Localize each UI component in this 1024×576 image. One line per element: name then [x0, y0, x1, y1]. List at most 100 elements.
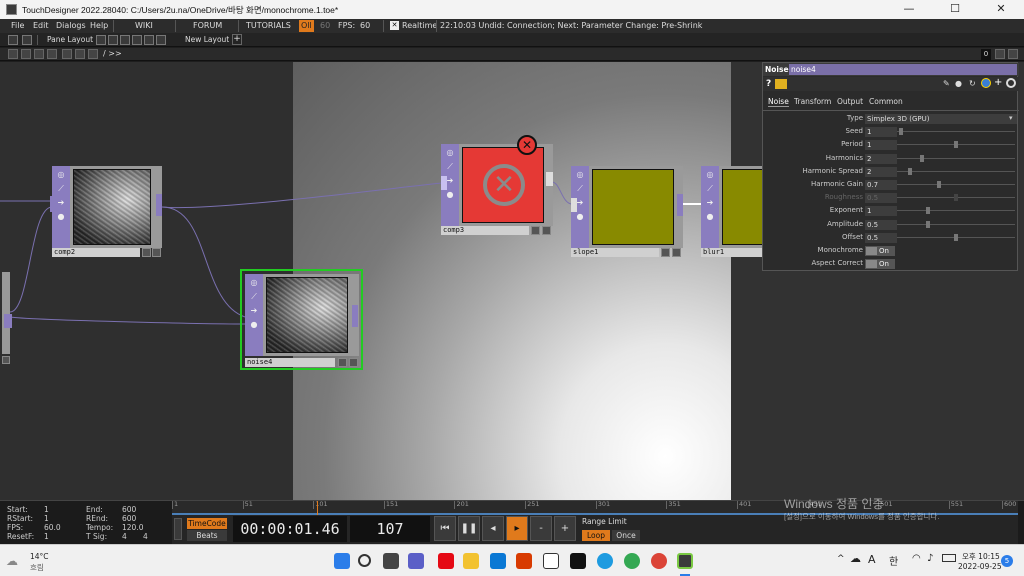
- tab-transform[interactable]: Transform: [794, 97, 831, 106]
- param-slider[interactable]: [897, 207, 1015, 215]
- offscreen-node[interactable]: [0, 272, 12, 364]
- dropdown-arrow-icon[interactable]: ▾: [1009, 114, 1013, 122]
- timeline-expand-icon[interactable]: [174, 518, 182, 540]
- menu-edit[interactable]: Edit: [33, 20, 49, 32]
- input-connector[interactable]: [50, 196, 56, 212]
- lock-icon[interactable]: ●: [445, 190, 455, 200]
- param-slider[interactable]: [897, 181, 1015, 188]
- play-icon[interactable]: ▸: [506, 516, 528, 541]
- tsig-denominator[interactable]: 4: [143, 532, 148, 541]
- back-icon[interactable]: [34, 49, 44, 59]
- tab-output[interactable]: Output: [837, 97, 863, 106]
- param-slider[interactable]: [897, 220, 1015, 228]
- cloud-tray-icon[interactable]: ☁: [850, 552, 861, 565]
- bypass-icon[interactable]: ⟋: [445, 162, 455, 172]
- slider-knob[interactable]: [954, 194, 958, 202]
- output-connector[interactable]: [352, 305, 358, 327]
- timecode-toggle[interactable]: TimeCode: [187, 518, 227, 529]
- input-connector[interactable]: [441, 176, 447, 190]
- fps-value[interactable]: 60.0: [44, 523, 61, 532]
- frame-display[interactable]: 107: [350, 516, 430, 542]
- pause-icon[interactable]: ❚❚: [458, 516, 480, 541]
- param-value-field[interactable]: 0.7: [865, 180, 897, 190]
- operator-node-comp3[interactable]: ◎ ⟋ ➔ ● ✕ comp3 ✕: [441, 135, 553, 236]
- wifi-icon[interactable]: ◠: [912, 553, 921, 564]
- pane-split-icon[interactable]: [8, 35, 18, 45]
- param-slider[interactable]: [897, 167, 1015, 175]
- param-dropdown[interactable]: Simplex 3D (GPU): [865, 114, 1017, 124]
- viewer-icon[interactable]: ◎: [705, 170, 715, 180]
- cook-icon[interactable]: ➔: [705, 198, 715, 208]
- clock-date[interactable]: 2022-09-25: [958, 562, 1002, 571]
- bypass-icon[interactable]: ⟋: [705, 184, 715, 194]
- param-value-field[interactable]: 2: [865, 166, 897, 177]
- notion-icon[interactable]: [543, 553, 559, 569]
- viewer-icon[interactable]: ◎: [56, 170, 66, 180]
- bypass-icon[interactable]: ⟋: [575, 184, 585, 194]
- param-value-field[interactable]: 0.5: [865, 219, 897, 230]
- comment-icon[interactable]: ●: [955, 79, 962, 88]
- bypass-icon[interactable]: ⟋: [249, 292, 259, 302]
- menu-forum[interactable]: FORUM: [193, 20, 222, 32]
- store-icon[interactable]: [570, 553, 586, 569]
- lock-icon[interactable]: ●: [249, 320, 259, 330]
- star-icon[interactable]: [75, 49, 85, 59]
- slider-knob[interactable]: [954, 141, 958, 149]
- edit-icon[interactable]: ✎: [943, 79, 950, 88]
- dropdown-arrow-icon[interactable]: [8, 49, 18, 59]
- slider-knob[interactable]: [936, 181, 941, 188]
- slider-knob[interactable]: [919, 154, 924, 162]
- slider-knob[interactable]: [899, 128, 904, 136]
- realtime-checkbox-icon[interactable]: ✕: [390, 21, 399, 30]
- layout-option-3-icon[interactable]: [120, 35, 130, 45]
- ime-english-indicator[interactable]: A: [868, 553, 876, 566]
- param-slider[interactable]: [897, 194, 1015, 202]
- office-icon[interactable]: [516, 553, 532, 569]
- start-value[interactable]: 1: [44, 505, 49, 514]
- timecode-display[interactable]: 00:00:01.46: [233, 516, 347, 542]
- stop-icon[interactable]: [21, 49, 31, 59]
- viewer-icon[interactable]: ◎: [575, 170, 585, 180]
- operator-node-comp2[interactable]: ◎ ⟋ ➔ ● comp2: [50, 166, 162, 258]
- menu-help[interactable]: Help: [90, 20, 108, 32]
- reset-icon[interactable]: ↻: [969, 79, 976, 88]
- pane-options-icon[interactable]: [1008, 49, 1018, 59]
- layout-option-5-icon[interactable]: [144, 35, 154, 45]
- layout-option-4-icon[interactable]: [132, 35, 142, 45]
- cook-icon[interactable]: ➔: [249, 306, 259, 316]
- settings-icon[interactable]: [1006, 78, 1016, 88]
- node-button[interactable]: [661, 248, 670, 257]
- param-value-field[interactable]: 0.5: [865, 232, 897, 243]
- node-add-button[interactable]: [349, 358, 358, 367]
- tsig-numerator[interactable]: 4: [122, 532, 127, 541]
- network-path[interactable]: / >>: [103, 49, 122, 58]
- node-name[interactable]: noise4: [245, 358, 335, 367]
- maximize-button[interactable]: ☐: [932, 0, 978, 19]
- chrome-icon[interactable]: [624, 553, 640, 569]
- node-button[interactable]: [142, 248, 151, 257]
- layout-option-1-icon[interactable]: [96, 35, 106, 45]
- tempo-value[interactable]: 120.0: [122, 523, 143, 532]
- step-back-icon[interactable]: ◂: [482, 516, 504, 541]
- viewer-icon[interactable]: ◎: [445, 148, 455, 158]
- python-icon[interactable]: [981, 78, 991, 88]
- edge-icon[interactable]: [597, 553, 613, 569]
- operator-node-noise4[interactable]: ◎ ⟋ ➔ ● noise4: [240, 269, 363, 370]
- error-badge-icon[interactable]: ✕: [517, 135, 537, 155]
- menu-file[interactable]: File: [11, 20, 24, 32]
- file-explorer-icon[interactable]: [463, 553, 479, 569]
- mail-icon[interactable]: [490, 553, 506, 569]
- end-value[interactable]: 600: [122, 505, 136, 514]
- menu-dialogs[interactable]: Dialogs: [56, 20, 86, 32]
- new-layout-tab[interactable]: New Layout: [185, 35, 229, 44]
- tab-noise[interactable]: Noise: [768, 97, 789, 107]
- netflix-icon[interactable]: [438, 553, 454, 569]
- weather-condition[interactable]: 흐림: [30, 562, 44, 573]
- add-layout-button[interactable]: +: [232, 34, 242, 45]
- node-add-button[interactable]: [152, 248, 161, 257]
- cook-icon[interactable]: ➔: [56, 198, 66, 208]
- tray-overflow-icon[interactable]: ^: [837, 554, 845, 564]
- node-button[interactable]: [531, 226, 540, 235]
- notification-badge[interactable]: 5: [1001, 555, 1013, 567]
- step-plus-button[interactable]: +: [554, 516, 576, 541]
